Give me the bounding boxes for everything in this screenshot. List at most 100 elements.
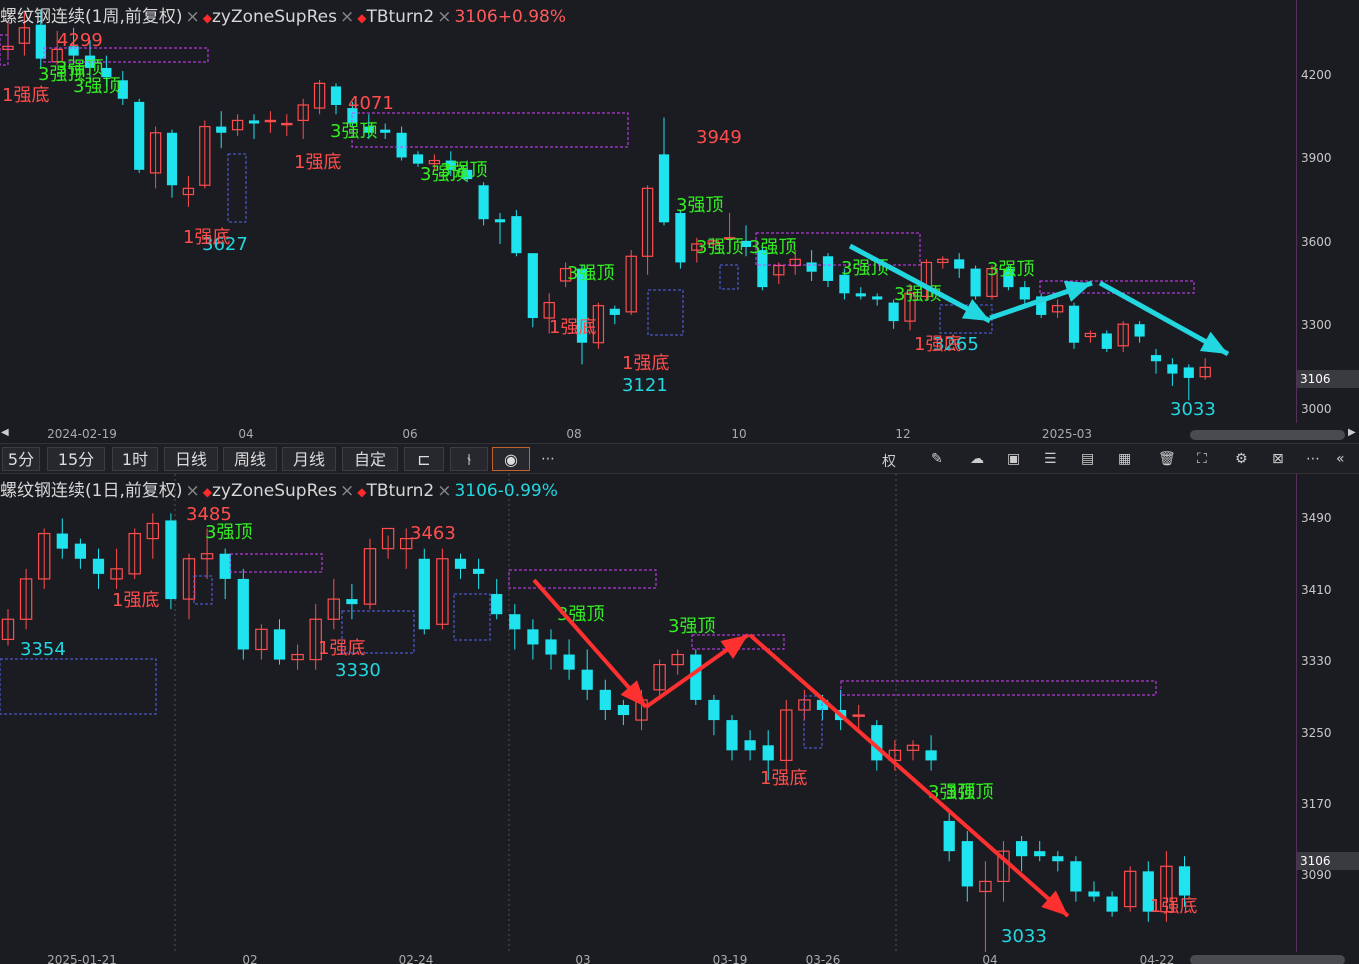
fullscreen-icon[interactable]: ⛶ [1197, 451, 1207, 467]
close-icon[interactable]: × [437, 481, 451, 501]
daily-candlestick-chart[interactable]: 348534633354333030333强顶3强顶3强顶3强顶3强顶1强底1强… [0, 474, 1297, 964]
y-tick-label: 3900 [1301, 151, 1332, 165]
period-daily-button[interactable]: 日线 [164, 447, 218, 471]
close-icon[interactable]: × [437, 7, 451, 27]
horizontal-scrollbar[interactable] [1190, 430, 1345, 440]
candle-body [1134, 324, 1145, 337]
candle-body [872, 296, 883, 300]
strong-top-signal: 3强顶 [440, 160, 487, 181]
support-zone [227, 153, 247, 223]
x-tick-label: 02-24 [398, 953, 434, 964]
daily-indicator-1[interactable]: zyZoneSupRes [212, 481, 337, 501]
close-icon[interactable]: × [185, 7, 199, 27]
support-zone [193, 575, 213, 605]
zoom-icon[interactable]: ⊠ [1272, 451, 1284, 467]
close-icon[interactable]: × [340, 481, 354, 501]
period-monthly-button[interactable]: 月线 [282, 447, 336, 471]
weekly-x-axis[interactable]: ◀ 2024-02-19 04 06 08 10 12 2025-03 ▶ [0, 425, 1359, 443]
fuquan-label[interactable]: 权 [882, 451, 896, 471]
layout-icon[interactable]: ▦ [1118, 451, 1131, 467]
high-price-label: 4071 [348, 93, 394, 114]
y-tick-label: 3090 [1301, 868, 1332, 882]
candle-body [346, 599, 358, 605]
scroll-left-icon[interactable]: ◀ [1, 427, 9, 438]
period-5min-button[interactable]: 5分 [2, 447, 40, 471]
resistance-zone [840, 680, 1157, 696]
calculator-icon[interactable]: ▤ [1081, 451, 1094, 467]
support-zone [453, 593, 491, 641]
candle-body [527, 253, 538, 319]
candle-body [744, 740, 756, 751]
period-weekly-button[interactable]: 周线 [223, 447, 277, 471]
period-1hour-button[interactable]: 1时 [112, 447, 158, 471]
candle-body [925, 750, 937, 761]
close-icon[interactable]: × [340, 7, 354, 27]
x-tick-label: 2024-02-19 [47, 427, 117, 441]
candle-body [1150, 355, 1162, 362]
horizontal-scrollbar[interactable] [1190, 955, 1345, 964]
strong-top-signal: 3强顶 [894, 284, 941, 305]
daily-indicator-2[interactable]: TBturn2 [366, 481, 434, 501]
daily-plot-area[interactable]: 3485 3463 3354 3330 3033 3强顶 3强顶 3强顶 3强顶 3强顶 1强底 1强… [0, 474, 1297, 964]
candle-body [581, 669, 593, 690]
weekly-y-axis[interactable]: 4200 3900 3600 3300 3000 3106 [1297, 0, 1359, 423]
eye-icon[interactable]: ◉ [492, 447, 530, 471]
candle-body [943, 820, 955, 852]
indicator-icon[interactable]: ⫮ [450, 447, 488, 471]
settings-slider-icon[interactable]: ☰ [1044, 451, 1057, 467]
up-trend-arrow-head [1063, 281, 1092, 302]
cloud-icon[interactable]: ☁ [970, 451, 984, 467]
strong-bottom-signal: 1强底 [318, 638, 365, 659]
candle-body [74, 543, 87, 559]
strong-top-signal: 3强顶 [73, 76, 120, 97]
low-price-label: 3033 [1001, 926, 1047, 947]
indicator-dot-icon: ◆ [202, 11, 212, 25]
close-icon[interactable]: × [185, 481, 199, 501]
y-tick-label: 3170 [1301, 797, 1332, 811]
more-icon[interactable]: ⋯ [541, 451, 555, 467]
candle-body [563, 654, 575, 670]
weekly-candlestick-chart[interactable]: 42994071394936273121326530333强顶3强顶3强顶3强顶… [0, 0, 1297, 423]
gear-icon[interactable]: ⚙ [1235, 451, 1248, 467]
x-tick-label: 03-19 [712, 953, 748, 964]
candle-body [216, 126, 227, 133]
daily-symbol-name: 螺纹钢连续(1日,前复权) [0, 481, 183, 501]
candle-body [690, 654, 702, 700]
draw-icon[interactable]: ✎ [931, 451, 943, 467]
low-price-label: 3033 [1170, 399, 1216, 420]
candle-body [1019, 287, 1030, 300]
y-tick-label: 4200 [1301, 68, 1332, 82]
more-icon[interactable]: ⋯ [1306, 451, 1320, 467]
candle-style-icon[interactable]: ⊏ [404, 447, 444, 471]
scroll-right-icon[interactable]: ▶ [1348, 427, 1356, 438]
image-icon[interactable]: ▣ [1007, 451, 1020, 467]
period-custom-button[interactable]: 自定 [342, 447, 398, 471]
period-15min-button[interactable]: 15分 [47, 447, 105, 471]
weekly-indicator-2[interactable]: TBturn2 [366, 7, 434, 27]
candle-body [708, 699, 720, 721]
candle-body [806, 262, 817, 272]
candle-body [852, 714, 865, 717]
strong-top-signal: 3强顶 [749, 237, 796, 258]
support-zone [0, 658, 157, 715]
x-tick-label: 10 [731, 427, 747, 441]
candle-body [1178, 866, 1191, 896]
daily-price-change: 3106-0.99% [454, 481, 558, 501]
candle-body [970, 268, 981, 297]
x-tick-label: 04-22 [1139, 953, 1175, 964]
daily-x-axis[interactable]: 2025-01-21 02 02-24 03 03-19 03-26 04 04… [0, 952, 1359, 964]
strong-top-signal: 3强顶 [668, 616, 715, 637]
support-zone [719, 264, 739, 290]
strong-top-signal: 3强顶 [205, 522, 252, 543]
delete-icon[interactable]: 🗑 [1158, 451, 1176, 467]
current-price-label: 3106 [1297, 852, 1359, 870]
x-tick-label: 2025-01-21 [47, 953, 117, 964]
collapse-icon[interactable]: « [1336, 451, 1345, 467]
weekly-chart-pane[interactable]: 4299 4071 3949 3627 3121 3265 3033 3强顶 3强顶 3强顶 3强顶… [0, 0, 1359, 423]
weekly-indicator-1[interactable]: zyZoneSupRes [212, 7, 337, 27]
daily-chart-pane[interactable]: 3485 3463 3354 3330 3033 3强顶 3强顶 3强顶 3强顶 3强顶 1强底 1强… [0, 474, 1359, 964]
weekly-symbol-name: 螺纹钢连续(1周,前复权) [0, 7, 183, 27]
candle-body [264, 119, 277, 123]
weekly-plot-area[interactable]: 4299 4071 3949 3627 3121 3265 3033 3强顶 3强顶 3强顶 3强顶… [0, 0, 1297, 423]
daily-y-axis[interactable]: 3490 3410 3330 3250 3170 3090 3106 [1297, 474, 1359, 952]
